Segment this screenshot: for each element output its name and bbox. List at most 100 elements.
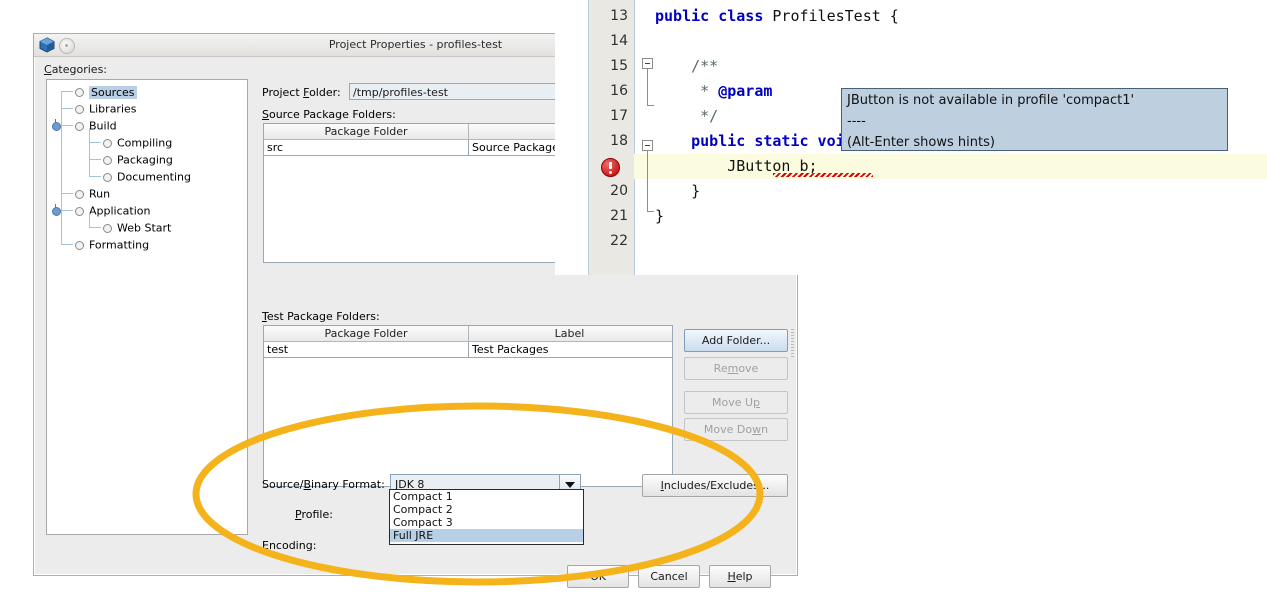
tree-connector: [89, 159, 101, 160]
help-button-label: Help: [727, 570, 753, 583]
table-row[interactable]: test Test Packages: [264, 342, 672, 358]
sidebar-item-label: Documenting: [117, 170, 191, 184]
tree-connector: [61, 108, 73, 109]
sidebar-item-documenting[interactable]: Documenting: [103, 168, 191, 185]
line-number: 16: [610, 83, 628, 99]
sidebar-item-compiling[interactable]: Compiling: [103, 134, 172, 151]
tree-trunk: [89, 128, 90, 176]
fold-collapse-icon[interactable]: [642, 140, 653, 151]
tooltip-line-1: JButton is not available in profile 'com…: [847, 93, 1135, 108]
code-line[interactable]: }: [655, 204, 664, 229]
tree-connector: [61, 244, 73, 245]
categories-tree[interactable]: Sources Libraries Build Compiling Packaging D…: [46, 79, 248, 535]
tree-trunk: [61, 91, 62, 244]
sidebar-item-label: Compiling: [117, 136, 173, 150]
column-header[interactable]: Label: [468, 326, 670, 341]
sidebar-item-run[interactable]: Run: [75, 185, 110, 202]
tree-bullet-icon: [103, 172, 112, 182]
error-tooltip: JButton is not available in profile 'com…: [841, 88, 1228, 151]
sidebar-item-label: Packaging: [117, 153, 173, 167]
sidebar-item-sources[interactable]: Sources: [75, 83, 137, 100]
fold-bracket-foot: [647, 105, 654, 106]
code-line[interactable]: }: [655, 179, 700, 204]
move-down-button-label: Move Down: [703, 423, 769, 436]
code-line[interactable]: */: [655, 104, 718, 129]
move-up-button[interactable]: Move Up: [684, 391, 788, 414]
sidebar-item-libraries[interactable]: Libraries: [75, 100, 137, 117]
dropdown-option-compact-2[interactable]: Compact 2: [390, 503, 583, 516]
profile-label: Profile:: [295, 508, 333, 521]
ok-button[interactable]: OK: [567, 565, 629, 588]
sidebar-item-web-start[interactable]: Web Start: [103, 219, 171, 236]
remove-button-label: Remove: [713, 362, 759, 375]
line-number: 13: [610, 8, 628, 24]
line-number: 17: [610, 108, 628, 124]
move-down-button[interactable]: Move Down: [684, 418, 788, 441]
fold-bracket-foot: [647, 211, 654, 212]
sidebar-item-packaging[interactable]: Packaging: [103, 151, 173, 168]
test-package-folders-table[interactable]: Package Folder Label test Test Packages: [263, 325, 673, 487]
code-token: public class: [655, 7, 773, 25]
column-header[interactable]: Package Folder: [264, 326, 468, 341]
tree-connector: [89, 176, 101, 177]
error-badge-icon[interactable]: [601, 158, 620, 177]
code-line[interactable]: * @param: [655, 79, 772, 104]
move-up-button-label: Move Up: [711, 396, 761, 409]
tree-expander-icon[interactable]: [52, 119, 61, 131]
column-header[interactable]: Package Folder: [264, 124, 468, 139]
code-line[interactable]: /**: [655, 54, 718, 79]
tree-bullet-icon: [103, 223, 112, 233]
project-folder-label: Project Folder:: [262, 86, 341, 99]
code-line[interactable]: public class ProfilesTest {: [655, 4, 899, 29]
line-number: 21: [610, 208, 628, 224]
line-number: 15: [610, 58, 628, 74]
tree-connector: [61, 91, 73, 92]
fold-collapse-icon[interactable]: [642, 58, 653, 69]
tree-bullet-icon: [75, 240, 84, 250]
tree-expander-icon[interactable]: [52, 204, 61, 216]
fold-bracket-line: [647, 151, 648, 211]
tree-bullet-icon: [75, 206, 84, 216]
sidebar-item-formatting[interactable]: Formatting: [75, 236, 149, 253]
fold-bracket-line: [647, 69, 648, 105]
code-token: *: [655, 82, 719, 100]
editor-gutter[interactable]: 13 14 15 16 17 18 20 21 22: [588, 0, 635, 275]
tree-trunk: [89, 213, 90, 227]
tooltip-line-3: (Alt-Enter shows hints): [847, 135, 995, 150]
sidebar-item-label: Application: [89, 204, 151, 218]
dropdown-option-compact-3[interactable]: Compact 3: [390, 516, 583, 529]
line-number: 20: [610, 183, 628, 199]
test-packages-label: Test Package Folders:: [262, 310, 380, 323]
includes-excludes-button[interactable]: Includes/Excludes...: [642, 474, 788, 497]
sidebar-item-application[interactable]: Application: [75, 202, 150, 219]
dropdown-option-full-jre[interactable]: Full JRE: [390, 529, 583, 542]
tree-bullet-icon: [75, 87, 84, 97]
sidebar-item-label: Web Start: [117, 221, 172, 235]
code-token: }: [655, 207, 665, 225]
sidebar-item-label: Sources: [89, 85, 137, 99]
tree-connector: [61, 210, 73, 211]
sidebar-item-build[interactable]: Build: [75, 117, 117, 134]
profile-dropdown-list[interactable]: Compact 1 Compact 2 Compact 3 Full JRE: [389, 489, 584, 545]
tree-connector: [61, 125, 73, 126]
remove-button[interactable]: Remove: [684, 357, 788, 380]
table-header[interactable]: Package FolderLabel: [264, 326, 672, 342]
help-button[interactable]: Help: [709, 565, 771, 588]
add-folder-button[interactable]: Add Folder...: [684, 329, 788, 352]
table-cell: src: [267, 141, 284, 154]
tree-bullet-icon: [103, 155, 112, 165]
table-cell: test: [267, 343, 289, 356]
code-token: public static void: [655, 132, 863, 150]
panel-divider-dots: [791, 329, 794, 359]
error-squiggle: [773, 173, 873, 177]
code-token: /**: [655, 57, 719, 75]
dropdown-option-compact-1[interactable]: Compact 1: [390, 490, 583, 503]
code-token: ProfilesTest {: [772, 7, 899, 25]
source-packages-label: Source Package Folders:: [262, 108, 396, 121]
code-token: @param: [718, 82, 773, 100]
code-token: }: [655, 182, 701, 200]
line-number: 18: [610, 133, 628, 149]
line-number: 22: [610, 233, 628, 249]
code-token: */: [655, 107, 719, 125]
cancel-button[interactable]: Cancel: [638, 565, 700, 588]
